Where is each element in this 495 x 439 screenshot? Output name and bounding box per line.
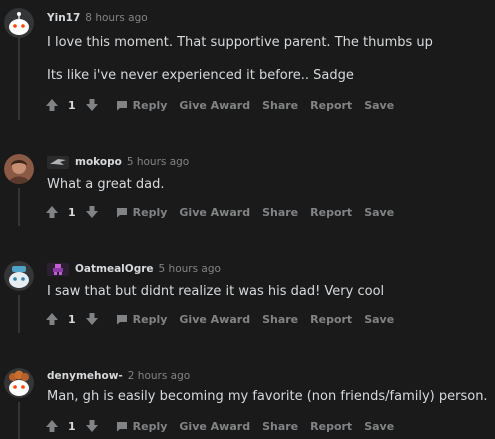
vote-score: 1 <box>68 98 76 112</box>
save-button[interactable]: Save <box>364 313 394 326</box>
snoo-default-avatar-icon[interactable] <box>4 8 34 38</box>
save-button[interactable]: Save <box>364 99 394 112</box>
thread-collapse-line[interactable] <box>18 188 20 226</box>
chat-bubble-icon <box>116 421 128 432</box>
comment-actions: 1 Reply Give Award Share Report Save <box>44 96 394 114</box>
reply-label: Reply <box>132 205 168 219</box>
reply-label: Reply <box>132 312 168 326</box>
share-button[interactable]: Share <box>262 420 298 433</box>
report-button[interactable]: Report <box>310 99 352 112</box>
reply-button[interactable]: Reply <box>116 205 168 219</box>
share-button[interactable]: Share <box>262 206 298 219</box>
username-link[interactable]: denymehow- <box>47 370 123 382</box>
timestamp[interactable]: 8 hours ago <box>85 12 147 24</box>
comment-text-line-2: Its like i've never experienced it befor… <box>47 68 354 83</box>
report-button[interactable]: Report <box>310 420 352 433</box>
share-button[interactable]: Share <box>262 99 298 112</box>
thread-collapse-line[interactable] <box>18 295 20 333</box>
comment-text-line-1: Man, gh is easily becoming my favorite (… <box>47 389 488 404</box>
chat-bubble-icon <box>116 314 128 325</box>
reply-button[interactable]: Reply <box>116 98 168 112</box>
comment-header: denymehow- 2 hours ago <box>47 368 190 384</box>
user-photo-avatar-icon[interactable] <box>4 154 34 184</box>
vote-score: 1 <box>68 419 76 433</box>
thread-collapse-line[interactable] <box>18 38 20 120</box>
upvote-arrow-icon[interactable] <box>44 97 60 113</box>
comment-actions: 1 Reply Give Award Share Report Save <box>44 203 394 221</box>
snoo-curly-hair-avatar-icon[interactable] <box>4 368 34 398</box>
report-button[interactable]: Report <box>310 313 352 326</box>
comment-3: OatmealOgre 5 hours ago I saw that but d… <box>0 257 495 337</box>
report-button[interactable]: Report <box>310 206 352 219</box>
comment-2: mokopo 5 hours ago What a great dad. 1 R… <box>0 150 495 230</box>
reply-button[interactable]: Reply <box>116 312 168 326</box>
pixel-character-flair-icon <box>47 262 69 276</box>
timestamp[interactable]: 2 hours ago <box>128 370 190 382</box>
team-logo-flair-icon <box>47 155 69 169</box>
reply-button[interactable]: Reply <box>116 419 168 433</box>
comment-header: mokopo 5 hours ago <box>47 154 189 170</box>
comment-text-line-1: I saw that but didnt realize it was his … <box>47 284 385 299</box>
username-link[interactable]: mokopo <box>75 156 122 168</box>
reply-label: Reply <box>132 98 168 112</box>
downvote-arrow-icon[interactable] <box>84 418 100 434</box>
thread-collapse-line[interactable] <box>18 402 20 439</box>
upvote-arrow-icon[interactable] <box>44 204 60 220</box>
timestamp[interactable]: 5 hours ago <box>127 156 189 168</box>
give-award-button[interactable]: Give Award <box>179 99 250 112</box>
comment-header: Yin17 8 hours ago <box>47 10 148 26</box>
timestamp[interactable]: 5 hours ago <box>159 263 221 275</box>
reply-label: Reply <box>132 419 168 433</box>
downvote-arrow-icon[interactable] <box>84 97 100 113</box>
username-link[interactable]: OatmealOgre <box>75 263 154 275</box>
comment-4: denymehow- 2 hours ago Man, gh is easily… <box>0 364 495 439</box>
downvote-arrow-icon[interactable] <box>84 311 100 327</box>
comment-header: OatmealOgre 5 hours ago <box>47 261 221 277</box>
save-button[interactable]: Save <box>364 206 394 219</box>
snoo-hat-avatar-icon[interactable] <box>4 261 34 291</box>
username-link[interactable]: Yin17 <box>47 12 80 24</box>
chat-bubble-icon <box>116 207 128 218</box>
comment-1: Yin17 8 hours ago I love this moment. Th… <box>0 0 495 125</box>
downvote-arrow-icon[interactable] <box>84 204 100 220</box>
vote-score: 1 <box>68 312 76 326</box>
comment-text-line-1: I love this moment. That supportive pare… <box>47 35 433 50</box>
save-button[interactable]: Save <box>364 420 394 433</box>
comment-text-line-1: What a great dad. <box>47 177 165 192</box>
upvote-arrow-icon[interactable] <box>44 418 60 434</box>
give-award-button[interactable]: Give Award <box>179 313 250 326</box>
give-award-button[interactable]: Give Award <box>179 206 250 219</box>
share-button[interactable]: Share <box>262 313 298 326</box>
upvote-arrow-icon[interactable] <box>44 311 60 327</box>
vote-score: 1 <box>68 205 76 219</box>
chat-bubble-icon <box>116 100 128 111</box>
give-award-button[interactable]: Give Award <box>179 420 250 433</box>
comment-actions: 1 Reply Give Award Share Report Save <box>44 417 394 435</box>
comment-actions: 1 Reply Give Award Share Report Save <box>44 310 394 328</box>
